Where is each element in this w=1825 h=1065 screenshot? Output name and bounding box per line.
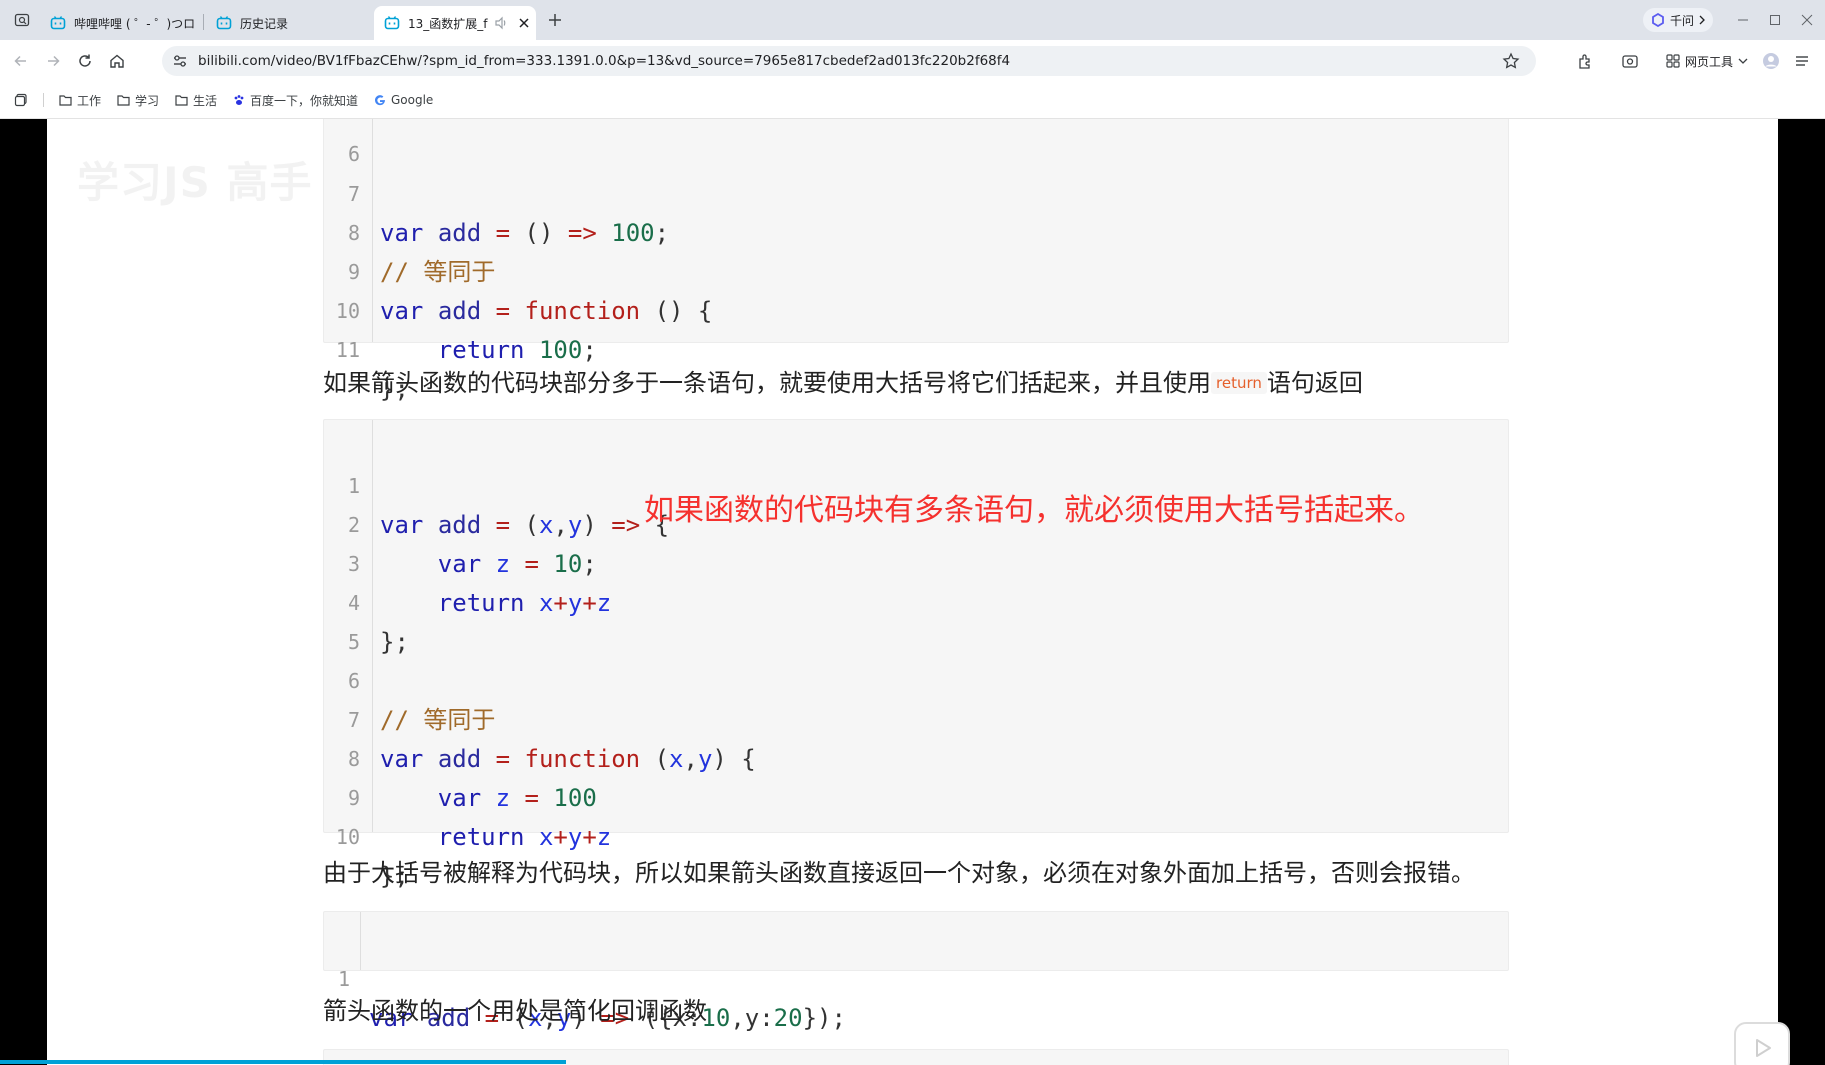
bookmark-baidu[interactable]: 百度一下，你就知道: [233, 91, 358, 109]
bilibili-tab-icon: [50, 15, 66, 31]
code-block-1: 6 7 var add = () => 100; 8 // 等同于 9 var …: [323, 119, 1509, 403]
baidu-paw-icon: [234, 95, 244, 105]
bookmark-label: 百度一下，你就知道: [250, 93, 359, 108]
folder-icon: [175, 95, 188, 106]
code-line: 4 };: [324, 545, 1508, 656]
code-line: 1 var add = (x,y) => ({x:10,y:20});: [324, 921, 1508, 1032]
code-line: 9 return x+y+z: [324, 740, 1508, 851]
paragraph-object-return: 由于大括号被解释为代码块，所以如果箭头函数直接返回一个对象，必须在对象外面加上括…: [323, 859, 1475, 887]
extensions-icon[interactable]: [1575, 50, 1597, 72]
number: 100: [538, 336, 583, 364]
operator: +: [582, 823, 597, 851]
video-player[interactable]: 学习JS 高手 bilibili 6 7 var add = () => 100…: [0, 119, 1825, 1065]
profile-avatar-icon[interactable]: [1760, 50, 1782, 72]
code-line: 7 var add = () => 100;: [324, 136, 1508, 247]
number: 20: [773, 1004, 803, 1032]
forward-arrow-icon[interactable]: [42, 50, 64, 72]
punctuation: ,y:: [730, 1004, 774, 1032]
google-icon: [375, 95, 386, 106]
tab-strip: 哔哩哔哩 ( ゜- ゜)つロ 历史记录 13_函数扩展_f 千问: [0, 0, 1825, 40]
bookmark-label: 工作: [77, 93, 102, 108]
bookmark-label: Google: [391, 93, 434, 107]
operator: +: [553, 823, 568, 851]
site-info-icon[interactable]: [172, 53, 188, 69]
tab-history[interactable]: 历史记录: [206, 6, 366, 40]
maximize-icon[interactable]: [1762, 8, 1788, 32]
minimize-icon[interactable]: [1730, 8, 1756, 32]
code-line: 8 var z = 100: [324, 701, 1508, 812]
qianwen-label: 千问: [1670, 13, 1695, 28]
video-frame: 学习JS 高手 bilibili 6 7 var add = () => 100…: [47, 119, 1778, 1065]
back-arrow-icon[interactable]: [10, 50, 32, 72]
paragraph-text: 如果箭头函数的代码块部分多于一条语句，就要使用大括号将它们括起来，并且使用: [323, 369, 1211, 397]
line-number: 10: [335, 825, 360, 849]
code-line: 6: [324, 119, 1508, 166]
new-tab-icon[interactable]: [543, 8, 567, 32]
folder-icon: [117, 95, 130, 106]
bookmarks-bar: 工作 学习 生活 百度一下，你就知道 Google: [0, 82, 1825, 119]
folder-icon: [59, 95, 72, 106]
bookmark-folder-study[interactable]: 学习: [117, 91, 159, 109]
annotation-text: 如果函数的代码块有多条语句，就必须使用大括号括起来。: [644, 493, 1424, 528]
bookmark-folder-work[interactable]: 工作: [59, 91, 101, 109]
tab-close-icon[interactable]: [518, 17, 530, 29]
menu-icon[interactable]: [1791, 50, 1813, 72]
tab-search-icon[interactable]: [10, 8, 34, 32]
tab-separator: [203, 14, 204, 30]
speaker-icon[interactable]: [494, 16, 508, 30]
bookmark-label: 学习: [135, 93, 160, 108]
variable: z: [596, 823, 612, 851]
video-progress-bar[interactable]: [0, 1060, 566, 1064]
reload-icon[interactable]: [74, 50, 96, 72]
code-line: 10 return 100;: [324, 253, 1508, 364]
browser-window: 哔哩哔哩 ( ゜- ゜)つロ 历史记录 13_函数扩展_f 千问 bilibil…: [0, 0, 1825, 1065]
code-line: 10 };: [324, 779, 1508, 890]
bilibili-tab-icon: [384, 15, 400, 31]
window-close-icon[interactable]: [1794, 8, 1820, 32]
web-tools-menu[interactable]: 网页工具: [1666, 50, 1748, 72]
code-line: 7 var add = function (x,y) {: [324, 662, 1508, 773]
code-line: 8 // 等同于: [324, 175, 1508, 286]
chevron-down-icon: [1738, 57, 1748, 65]
paragraph-text: 语句返回: [1266, 369, 1363, 397]
address-bar[interactable]: bilibili.com/video/BV1fFbazCEhw/?spm_id_…: [162, 46, 1536, 76]
grid-icon: [1666, 54, 1680, 68]
home-icon[interactable]: [106, 50, 128, 72]
variable: y: [567, 823, 583, 851]
code-block-3: 1 var add = (x,y) => ({x:10,y:20});: [323, 911, 1509, 1032]
code-line: 1 var add = (x,y) => {: [324, 428, 1508, 539]
tab-active-video[interactable]: 13_函数扩展_f: [374, 6, 536, 40]
reading-list-icon[interactable]: [14, 91, 33, 109]
code-line: 9 var add = function () {: [324, 214, 1508, 325]
punctuation: ;: [582, 336, 597, 364]
screenshot-icon[interactable]: [1619, 50, 1641, 72]
bilibili-tab-icon: [216, 15, 232, 31]
punctuation: });: [802, 1004, 846, 1032]
browser-toolbar: bilibili.com/video/BV1fFbazCEhw/?spm_id_…: [0, 40, 1825, 82]
inline-code: return: [1211, 372, 1267, 394]
paragraph-multi-statement: 如果箭头函数的代码块部分多于一条语句，就要使用大括号将它们括起来，并且使用 ret…: [323, 363, 1363, 398]
bookmark-google[interactable]: Google: [374, 91, 433, 109]
bookmark-label: 生活: [193, 93, 218, 108]
paragraph-callback: 箭头函数的一个用处是简化回调函数: [323, 997, 707, 1025]
chevron-right-icon: [1698, 15, 1706, 25]
url-text[interactable]: bilibili.com/video/BV1fFbazCEhw/?spm_id_…: [198, 53, 1010, 69]
tab-title: 哔哩哔哩 ( ゜- ゜)つロ: [74, 16, 194, 31]
code-line: 5: [324, 584, 1508, 654]
web-tools-label: 网页工具: [1685, 54, 1734, 69]
qianwen-logo-icon: [1651, 13, 1665, 27]
play-button[interactable]: [1734, 1022, 1790, 1065]
variable: x: [538, 823, 554, 851]
code-line: 11 };: [324, 292, 1508, 403]
tab-title: 历史记录: [240, 16, 289, 31]
play-icon: [1756, 1039, 1771, 1057]
bookmark-divider: [43, 93, 44, 107]
qianwen-button[interactable]: 千问: [1643, 8, 1713, 32]
bookmark-folder-life[interactable]: 生活: [175, 91, 217, 109]
bookmark-star-icon[interactable]: [1502, 52, 1520, 70]
tab-bilibili-home[interactable]: 哔哩哔哩 ( ゜- ゜)つロ: [40, 6, 200, 40]
code-line: 6 // 等同于: [324, 623, 1508, 734]
code-block-2: 1 var add = (x,y) => { 2 var z = 10; 3 r…: [323, 419, 1509, 890]
tab-title: 13_函数扩展_f: [408, 16, 488, 31]
